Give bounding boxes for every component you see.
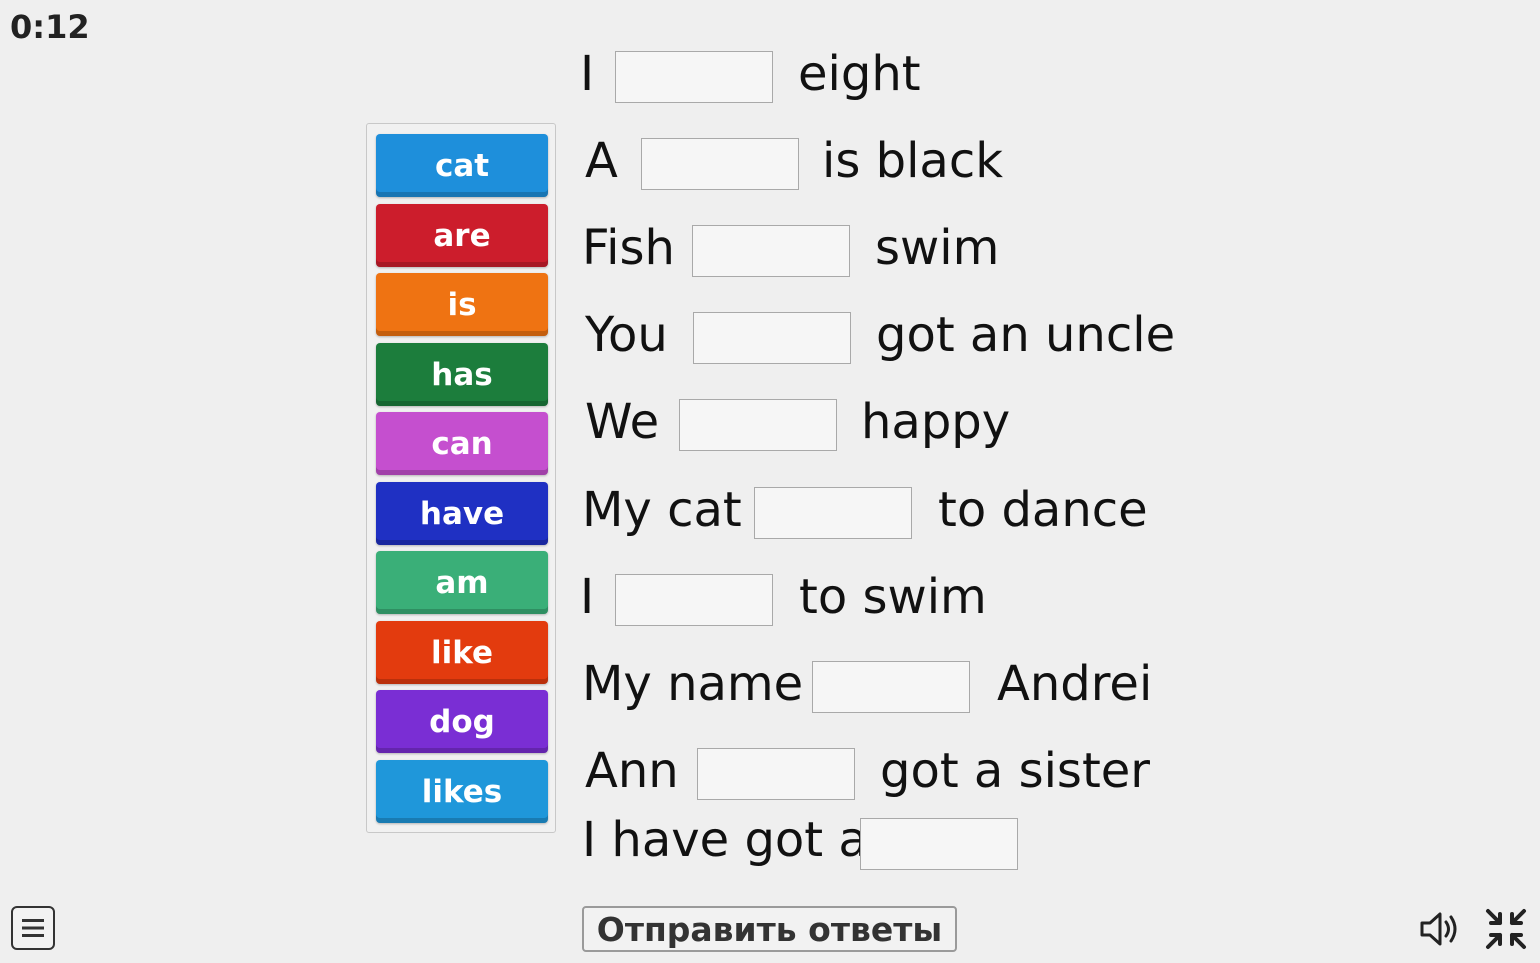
word-tile-like[interactable]: like [376,621,548,684]
sentence-9-after: got a sister [880,743,1151,799]
answer-blank-7[interactable] [615,574,773,626]
word-tile-dog[interactable]: dog [376,690,548,753]
sentence-7-after: to swim [799,569,987,625]
volume-icon [1420,912,1457,946]
answer-blank-9[interactable] [697,748,855,800]
sentence-10-before: I have got a [582,812,868,868]
answer-blank-3[interactable] [692,225,850,277]
sentence-6-before: My cat [582,482,742,538]
sentence-2-after: is black [822,133,1004,189]
word-tile-likes[interactable]: likes [376,760,548,823]
word-tile-is[interactable]: is [376,273,548,336]
submit-answers-button[interactable]: Отправить ответы [582,906,957,952]
answer-blank-10[interactable] [860,818,1018,870]
sentence-3-before: Fish [582,220,675,276]
timer: 0:12 [10,8,90,46]
answer-blank-1[interactable] [615,51,773,103]
sentence-9-before: Ann [585,743,679,799]
sentence-5-before: We [585,394,660,450]
word-tile-can[interactable]: can [376,412,548,475]
sentence-4-before: You [585,307,668,363]
sentence-4-after: got an uncle [876,307,1176,363]
answer-blank-6[interactable] [754,487,912,539]
sentence-8-after: Andrei [997,656,1153,712]
menu-icon [22,919,44,937]
menu-button[interactable] [11,906,55,950]
sentence-8-before: My name [582,656,804,712]
sentence-6-after: to dance [938,482,1148,538]
sentence-2-before: A [585,133,618,189]
word-tile-have[interactable]: have [376,482,548,545]
sentence-7-before: I [580,569,595,625]
answer-blank-5[interactable] [679,399,837,451]
exit-fullscreen-button[interactable] [1484,907,1528,951]
sentence-5-after: happy [861,394,1011,450]
word-tile-am[interactable]: am [376,551,548,614]
sentence-1-before: I [580,46,595,102]
word-tile-cat[interactable]: cat [376,134,548,197]
exit-fullscreen-icon [1486,909,1526,949]
sentence-1-after: eight [798,46,921,102]
word-bank: cat are is has can have am like dog like… [366,123,556,833]
volume-button[interactable] [1418,909,1462,949]
sentence-3-after: swim [875,220,1000,276]
word-tile-has[interactable]: has [376,343,548,406]
answer-blank-4[interactable] [693,312,851,364]
answer-blank-2[interactable] [641,138,799,190]
answer-blank-8[interactable] [812,661,970,713]
word-tile-are[interactable]: are [376,204,548,267]
